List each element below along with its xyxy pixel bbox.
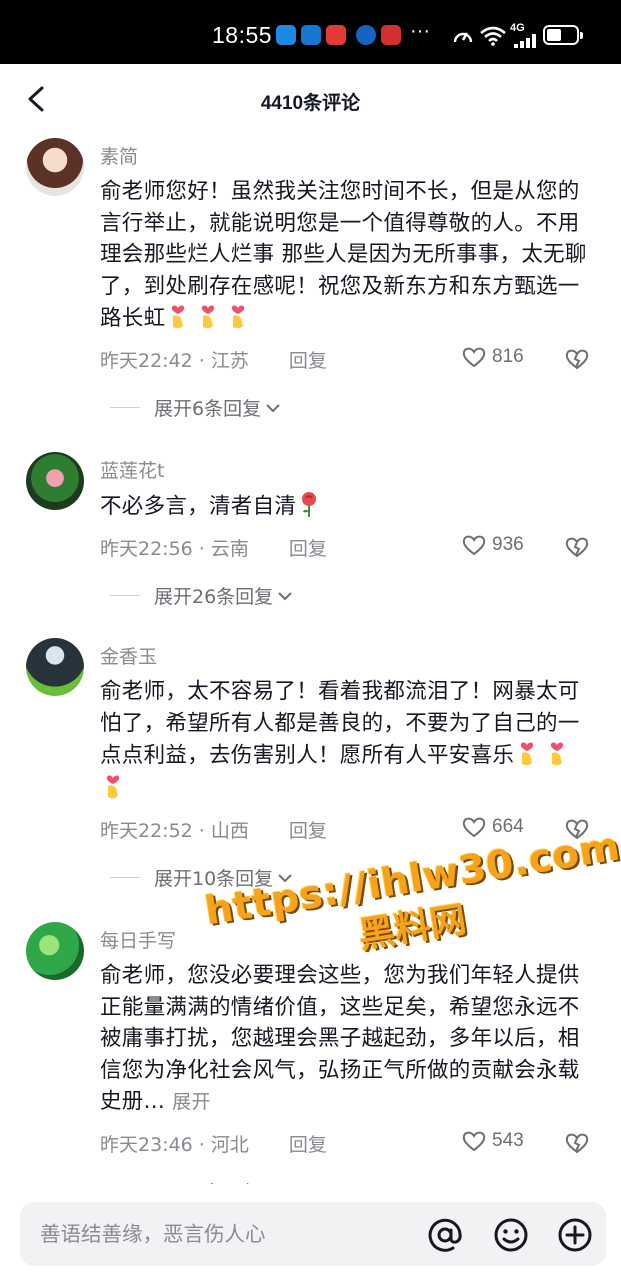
like-count: 816 [492, 346, 524, 367]
like-count: 664 [492, 816, 524, 837]
like-count: 936 [492, 534, 524, 555]
comment-text: 俞老师，您没必要理会这些，您为我们年轻人提供正能量满满的情绪价值，这些足矣，希望… [100, 960, 590, 1119]
chevron-down-icon [278, 591, 292, 600]
reply-button[interactable]: 回复 [289, 820, 327, 842]
messages-app-icon [276, 25, 296, 45]
comment-meta: 昨天23:46 · 河北 回复 [100, 1130, 327, 1157]
reply-button[interactable]: 回复 [289, 350, 327, 372]
more-notifications-icon: ··· [410, 20, 430, 42]
heart-icon [462, 535, 486, 556]
battery-icon [543, 25, 583, 45]
heart-icon [462, 1131, 486, 1152]
expand-replies-label: 展开6条回复 [154, 398, 262, 420]
reply-button[interactable]: 回复 [289, 1134, 327, 1156]
comment-input-bar [0, 1184, 621, 1280]
comment-count-title: 4410条评论 [260, 93, 361, 114]
avatar[interactable] [26, 638, 84, 696]
huawei-app-icon [326, 25, 346, 45]
comment-text: 不必多言，清者自清 [100, 490, 590, 523]
emoji-icon[interactable] [492, 1216, 530, 1254]
finger-heart-icon [165, 305, 255, 331]
like-button[interactable]: 543 [462, 1130, 524, 1152]
network-label: 4G [510, 22, 525, 34]
expand-replies-button[interactable]: 展开6条回复 [110, 394, 281, 421]
comment-input[interactable] [40, 1202, 420, 1266]
comment-body: 俞老师，太不容易了！看着我都流泪了！网暴太可怕了，希望所有人都是善良的，不要为了… [100, 679, 580, 769]
comment-meta: 昨天22:42 · 江苏 回复 [100, 346, 327, 373]
at-mention-icon[interactable] [426, 1216, 464, 1254]
comment-time-location: 昨天22:56 · 云南 [100, 538, 249, 560]
dislike-icon[interactable] [565, 536, 589, 558]
comment-meta: 昨天22:52 · 山西 回复 [100, 816, 327, 843]
red-app-icon [381, 25, 401, 45]
comment-body: 不必多言，清者自清 [100, 494, 297, 519]
heart-icon [462, 347, 486, 368]
chevron-down-icon [266, 403, 280, 412]
avatar[interactable] [26, 138, 84, 196]
add-icon[interactable] [556, 1216, 594, 1254]
speed-icon [453, 32, 473, 43]
status-time: 18:55 [212, 22, 273, 48]
comment-username[interactable]: 素简 [100, 142, 138, 169]
comment-username[interactable]: 金香玉 [100, 642, 157, 669]
dislike-icon[interactable] [565, 348, 589, 370]
dislike-icon[interactable] [565, 1132, 589, 1154]
wifi-icon [480, 26, 506, 46]
like-button[interactable]: 664 [462, 816, 524, 838]
globe-app-icon [356, 25, 376, 45]
expand-replies-label: 展开26条回复 [154, 586, 274, 608]
comment-text: 俞老师，太不容易了！看着我都流泪了！网暴太可怕了，希望所有人都是善良的，不要为了… [100, 676, 590, 804]
signal-icon [514, 34, 536, 48]
comment-time-location: 昨天22:52 · 山西 [100, 820, 249, 842]
avatar[interactable] [26, 452, 84, 510]
comment-time-location: 昨天22:42 · 江苏 [100, 350, 249, 372]
comment-header: 4410条评论 [0, 64, 621, 136]
expand-replies-button[interactable]: 展开26条回复 [110, 582, 293, 609]
rose-icon [296, 492, 326, 519]
like-button[interactable]: 936 [462, 534, 524, 556]
heart-icon [462, 817, 486, 838]
avatar[interactable] [26, 922, 84, 980]
like-button[interactable]: 816 [462, 346, 524, 368]
shield-app-icon [301, 25, 321, 45]
reply-button[interactable]: 回复 [289, 538, 327, 560]
comment-username[interactable]: 蓝莲花t [100, 456, 164, 483]
comment-time-location: 昨天23:46 · 河北 [100, 1134, 249, 1156]
status-bar: 18:55 ··· 4G [0, 0, 621, 64]
comment-text: 俞老师您好！虽然我关注您时间不长，但是从您的言行举止，就能说明您是一个值得尊敬的… [100, 176, 590, 335]
comment-meta: 昨天22:56 · 云南 回复 [100, 534, 327, 561]
expand-text-link[interactable]: 展开 [172, 1091, 211, 1113]
comment-username[interactable]: 每日手写 [100, 926, 176, 953]
comment-input-box [20, 1202, 606, 1266]
like-count: 543 [492, 1130, 524, 1151]
